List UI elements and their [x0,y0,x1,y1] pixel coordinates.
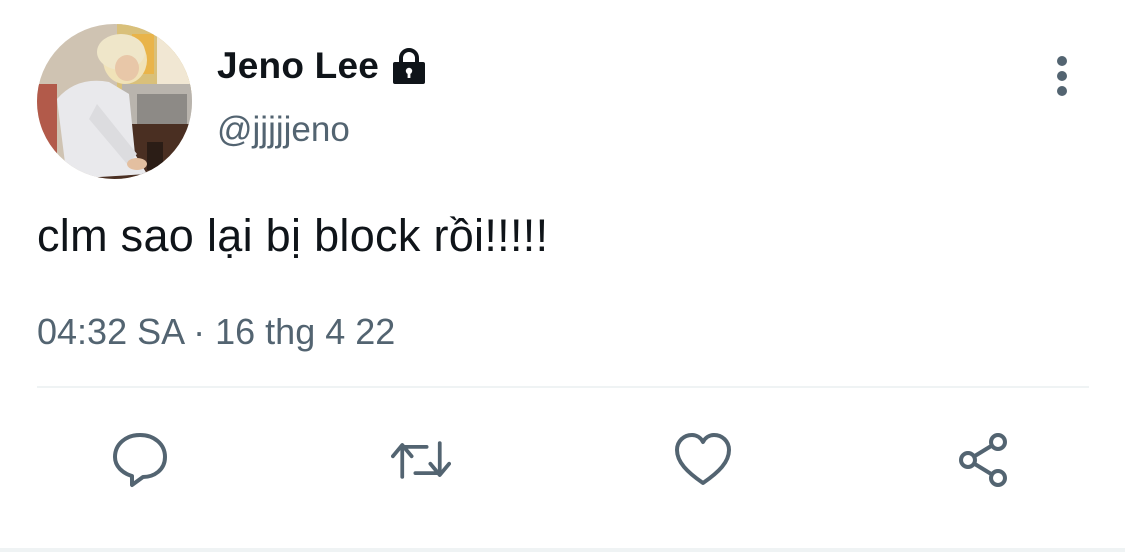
like-button[interactable] [673,430,733,490]
share-button[interactable] [954,430,1014,490]
lock-icon [389,46,429,86]
display-name-row: Jeno Lee [217,42,429,90]
retweet-icon [391,441,451,479]
share-icon [959,433,1007,487]
display-name[interactable]: Jeno Lee [217,45,379,87]
avatar[interactable] [37,24,192,179]
retweet-button[interactable] [391,430,451,490]
more-vertical-icon[interactable] [1042,52,1082,100]
tweet-timestamp[interactable]: 04:32 SA · 16 thg 4 22 [37,308,395,356]
user-handle[interactable]: @jjjjjeno [217,110,350,150]
bottom-divider [0,548,1125,552]
more-dot [1057,71,1067,81]
heart-icon [675,433,731,485]
avatar-photo [37,24,192,179]
more-dot [1057,86,1067,96]
tweet-detail: Jeno Lee @jjjjjeno clm sao lại bị block … [0,0,1125,552]
reply-button[interactable] [110,430,170,490]
tweet-text: clm sao lại bị block rồi!!!!! [37,210,549,261]
more-dot [1057,56,1067,66]
reply-icon [113,433,167,487]
divider [37,386,1089,388]
